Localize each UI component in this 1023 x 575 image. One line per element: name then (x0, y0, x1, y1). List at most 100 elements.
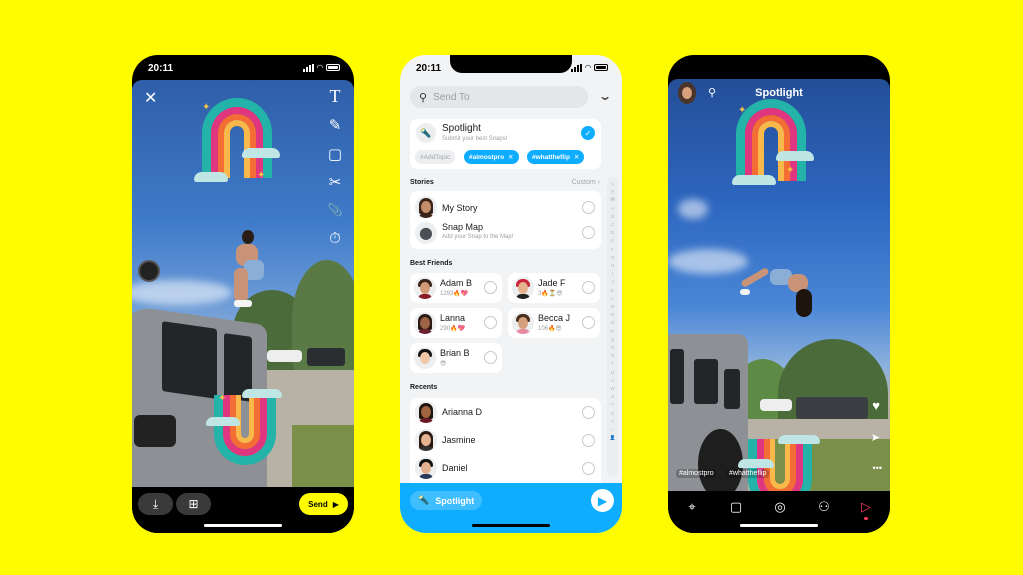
index-letter[interactable]: L (611, 295, 614, 303)
close-icon[interactable]: ✕ (144, 88, 157, 108)
remove-tag-icon[interactable]: ✕ (574, 153, 579, 161)
add-to-story-button[interactable]: ⊞ (176, 493, 211, 515)
add-topic-tag[interactable]: #AddTopic (415, 150, 456, 164)
rainbow-sticker-top[interactable] (194, 98, 280, 182)
selected-label: Spotlight (435, 495, 475, 506)
index-letter[interactable]: # (611, 418, 614, 426)
select-radio[interactable] (484, 351, 497, 364)
recent-item[interactable]: Arianna D (410, 400, 601, 426)
index-letter[interactable]: K (611, 287, 614, 295)
select-radio[interactable] (582, 434, 595, 447)
share-icon[interactable]: ➤ (871, 431, 880, 444)
index-letter[interactable]: 👤 (610, 434, 616, 442)
best-friend-item[interactable]: Adam B 1293🔥💖 (410, 273, 502, 303)
home-indicator (204, 524, 282, 527)
index-letter[interactable]: N (611, 311, 614, 319)
custom-link[interactable]: Custom › (572, 179, 600, 186)
battery-icon (326, 64, 340, 71)
index-letter[interactable]: R (611, 344, 614, 352)
index-letter[interactable]: I (612, 270, 613, 278)
select-radio[interactable] (582, 406, 595, 419)
best-friend-item[interactable]: Lanna 290🔥💖 (410, 308, 502, 338)
wifi-icon: ◠ (584, 63, 591, 72)
select-radio[interactable] (582, 316, 595, 329)
send-button[interactable]: Send ▶ (299, 493, 348, 515)
heart-icon[interactable]: ♥ (872, 398, 880, 413)
select-radio[interactable] (582, 226, 595, 239)
select-radio[interactable] (484, 316, 497, 329)
alphabet-index-scrollbar[interactable]: ☺ ◷ 👁 A B C D E F G H I J K L M N O P Q R S T U V W X Y Z # ☆ 👤 (607, 177, 618, 477)
send-button[interactable]: ▶ (591, 489, 614, 512)
friends-icon[interactable]: ⚇ (815, 499, 833, 515)
camera-icon[interactable]: ◎ (771, 499, 789, 515)
sparkle-icon: ✦ (786, 165, 795, 176)
index-letter[interactable]: O (611, 319, 615, 327)
best-friend-item[interactable]: Brian B 😎 (410, 343, 502, 373)
index-letter[interactable]: H (611, 262, 614, 270)
download-button[interactable]: ⤓ (138, 493, 173, 515)
index-letter[interactable]: Q (611, 336, 615, 344)
chevron-down-icon[interactable]: ⌄ (598, 89, 612, 103)
index-letter[interactable]: T (611, 360, 614, 368)
more-icon[interactable]: ••• (873, 463, 882, 473)
story-row-my-story[interactable]: My Story (410, 194, 601, 220)
story-name: My Story (442, 203, 478, 213)
index-letter[interactable]: D (611, 229, 614, 237)
pencil-icon[interactable]: ✎ (326, 116, 344, 134)
select-radio[interactable] (582, 201, 595, 214)
timer-icon[interactable]: ⏱ (326, 229, 344, 247)
select-radio[interactable] (484, 281, 497, 294)
hashtag-link[interactable]: #whattheflip (726, 469, 770, 478)
send-label: Send (308, 499, 328, 509)
spotlight-title: Spotlight (442, 123, 481, 134)
index-letter[interactable]: U (611, 369, 614, 377)
chat-icon[interactable]: ▢ (727, 499, 745, 515)
best-friend-item[interactable]: Jade F 3🔥⏳😎 (508, 273, 600, 303)
index-letter[interactable]: ☺ (610, 180, 615, 188)
selected-spotlight-pill[interactable]: 🔦 Spotlight (410, 491, 483, 510)
index-letter[interactable]: E (611, 237, 614, 245)
recent-item[interactable]: Jasmine (410, 428, 601, 454)
spotlight-card[interactable]: 🔦 Spotlight Submit your best Snaps! ✓ #A… (410, 119, 601, 169)
index-letter[interactable]: 👁 (610, 196, 616, 204)
best-friend-item[interactable]: Becca J 106🔥😎 (508, 308, 600, 338)
index-letter[interactable]: V (611, 377, 614, 385)
index-letter[interactable]: F (611, 246, 614, 254)
index-letter[interactable]: C (611, 221, 614, 229)
topic-tag[interactable]: #whattheflip ✕ (527, 150, 585, 164)
tag-label: #AddTopic (420, 153, 451, 161)
remove-tag-icon[interactable]: ✕ (508, 153, 513, 161)
paperclip-icon[interactable]: 📎 (326, 201, 344, 219)
send-to-search[interactable]: ⚲ Send To (410, 86, 588, 108)
hashtag-link[interactable]: #almostpro (676, 469, 717, 478)
status-bar: 20:11 ◠ (400, 55, 622, 81)
index-letter[interactable]: Z (611, 410, 614, 418)
index-letter[interactable]: W (610, 385, 614, 393)
story-row-snap-map[interactable]: ⬤ Snap Map Add your Snap to the Map! (410, 221, 601, 247)
index-letter[interactable]: X (611, 393, 614, 401)
recent-item[interactable]: Daniel (410, 456, 601, 482)
check-icon[interactable]: ✓ (581, 126, 595, 140)
index-letter[interactable]: G (611, 254, 615, 262)
index-letter[interactable]: ◷ (610, 188, 614, 196)
index-letter[interactable]: S (611, 352, 614, 360)
index-letter[interactable]: ☆ (610, 426, 614, 434)
select-radio[interactable] (582, 462, 595, 475)
scissors-icon[interactable]: ✂ (326, 173, 344, 191)
map-icon[interactable]: ⌖ (683, 499, 701, 515)
index-letter[interactable]: M (611, 303, 615, 311)
topic-tag[interactable]: #almostpro ✕ (464, 150, 519, 164)
index-letter[interactable]: P (611, 328, 614, 336)
index-letter[interactable]: Y (611, 401, 614, 409)
index-letter[interactable]: J (611, 278, 613, 286)
search-placeholder: Send To (433, 91, 470, 103)
index-letter[interactable]: A (611, 205, 614, 213)
sticker-icon[interactable]: ▢ (326, 145, 344, 163)
index-letter[interactable]: B (611, 213, 614, 221)
spotlight-icon[interactable]: ▷ (857, 499, 875, 515)
text-tool-icon[interactable]: T (326, 86, 344, 106)
select-radio[interactable] (582, 281, 595, 294)
sparkle-icon: ✦ (257, 170, 266, 181)
rainbow-sticker-bottom[interactable] (206, 389, 282, 465)
spotlight-video[interactable]: ✦ ✦ (668, 79, 890, 491)
